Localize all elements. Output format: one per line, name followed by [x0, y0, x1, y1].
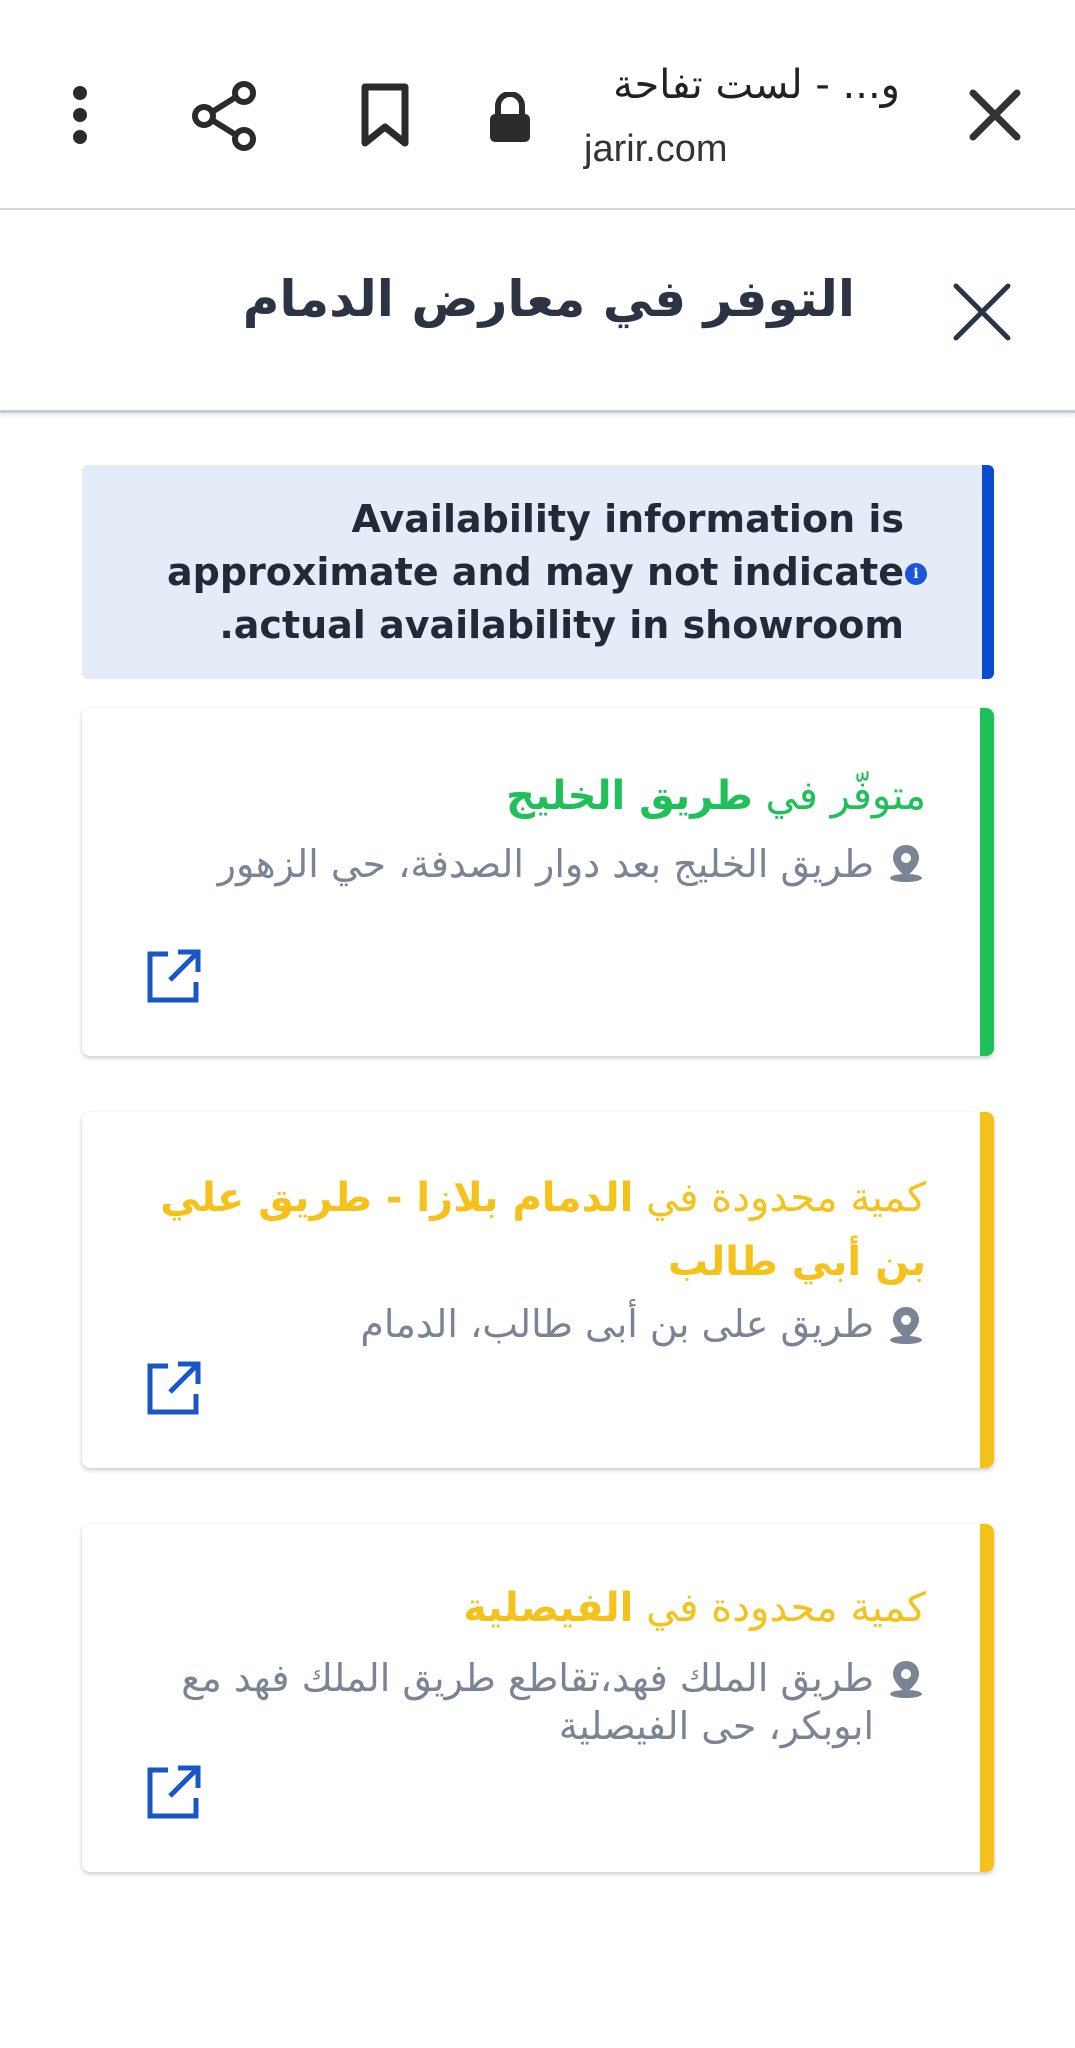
location-pin-icon	[890, 1307, 922, 1344]
location-pin-icon	[890, 1661, 922, 1698]
browser-toolbar: و... - لست تفاحة jarir.com	[0, 0, 1075, 210]
page-url[interactable]: jarir.com	[584, 128, 728, 171]
status-prefix: كمية محدودة في	[646, 1585, 926, 1631]
availability-info-banner: Availability information is approximate …	[82, 465, 994, 679]
banner-accent-bar	[982, 465, 994, 679]
share-icon[interactable]	[185, 76, 265, 156]
open-external-icon[interactable]	[144, 1764, 202, 1822]
status-color-bar	[980, 708, 994, 1056]
store-address: طريق الخليج بعد دوار الصدفة، حي الزهور	[217, 842, 874, 886]
status-color-bar	[980, 1524, 994, 1872]
store-status: كمية محدودة في الدمام بلازا - طريق علي ب…	[106, 1166, 926, 1294]
status-prefix: كمية محدودة في	[646, 1175, 926, 1221]
open-external-icon[interactable]	[144, 948, 202, 1006]
status-prefix: متوفّر في	[765, 773, 926, 819]
open-external-icon[interactable]	[144, 1360, 202, 1418]
store-card[interactable]: كمية محدودة في الدمام بلازا - طريق علي ب…	[82, 1112, 994, 1468]
store-card[interactable]: كمية محدودة في الفيصلية طريق الملك فهد،ت…	[82, 1524, 994, 1872]
location-pin-icon	[890, 845, 922, 882]
banner-line: actual availability in showroom.	[219, 603, 904, 647]
store-status: كمية محدودة في الفيصلية	[106, 1576, 926, 1640]
store-address: طريق على بن أبى طالب، الدمام	[360, 1302, 874, 1346]
banner-text: Availability information is approximate …	[144, 493, 904, 652]
lock-icon[interactable]	[480, 88, 540, 148]
store-card[interactable]: متوفّر في طريق الخليج طريق الخليج بعد دو…	[82, 708, 994, 1056]
banner-line: approximate and may not indicate	[167, 550, 904, 594]
tab-title: و... - لست تفاحة	[613, 62, 900, 108]
store-name: الفيصلية	[463, 1585, 634, 1631]
more-vert-icon[interactable]	[60, 80, 100, 150]
store-address: طريق الملك فهد،تقاطع طريق الملك فهد مع ا…	[181, 1656, 874, 1748]
close-icon[interactable]	[960, 80, 1030, 150]
store-status: متوفّر في طريق الخليج	[106, 764, 926, 828]
close-icon[interactable]	[950, 280, 1014, 344]
status-color-bar	[980, 1112, 994, 1468]
banner-line: Availability information is	[351, 497, 904, 541]
store-name: طريق الخليج	[506, 773, 753, 819]
bookmark-icon[interactable]	[350, 80, 420, 150]
info-icon: i	[905, 563, 927, 585]
page-title: التوفر في معارض الدمام	[242, 270, 855, 328]
